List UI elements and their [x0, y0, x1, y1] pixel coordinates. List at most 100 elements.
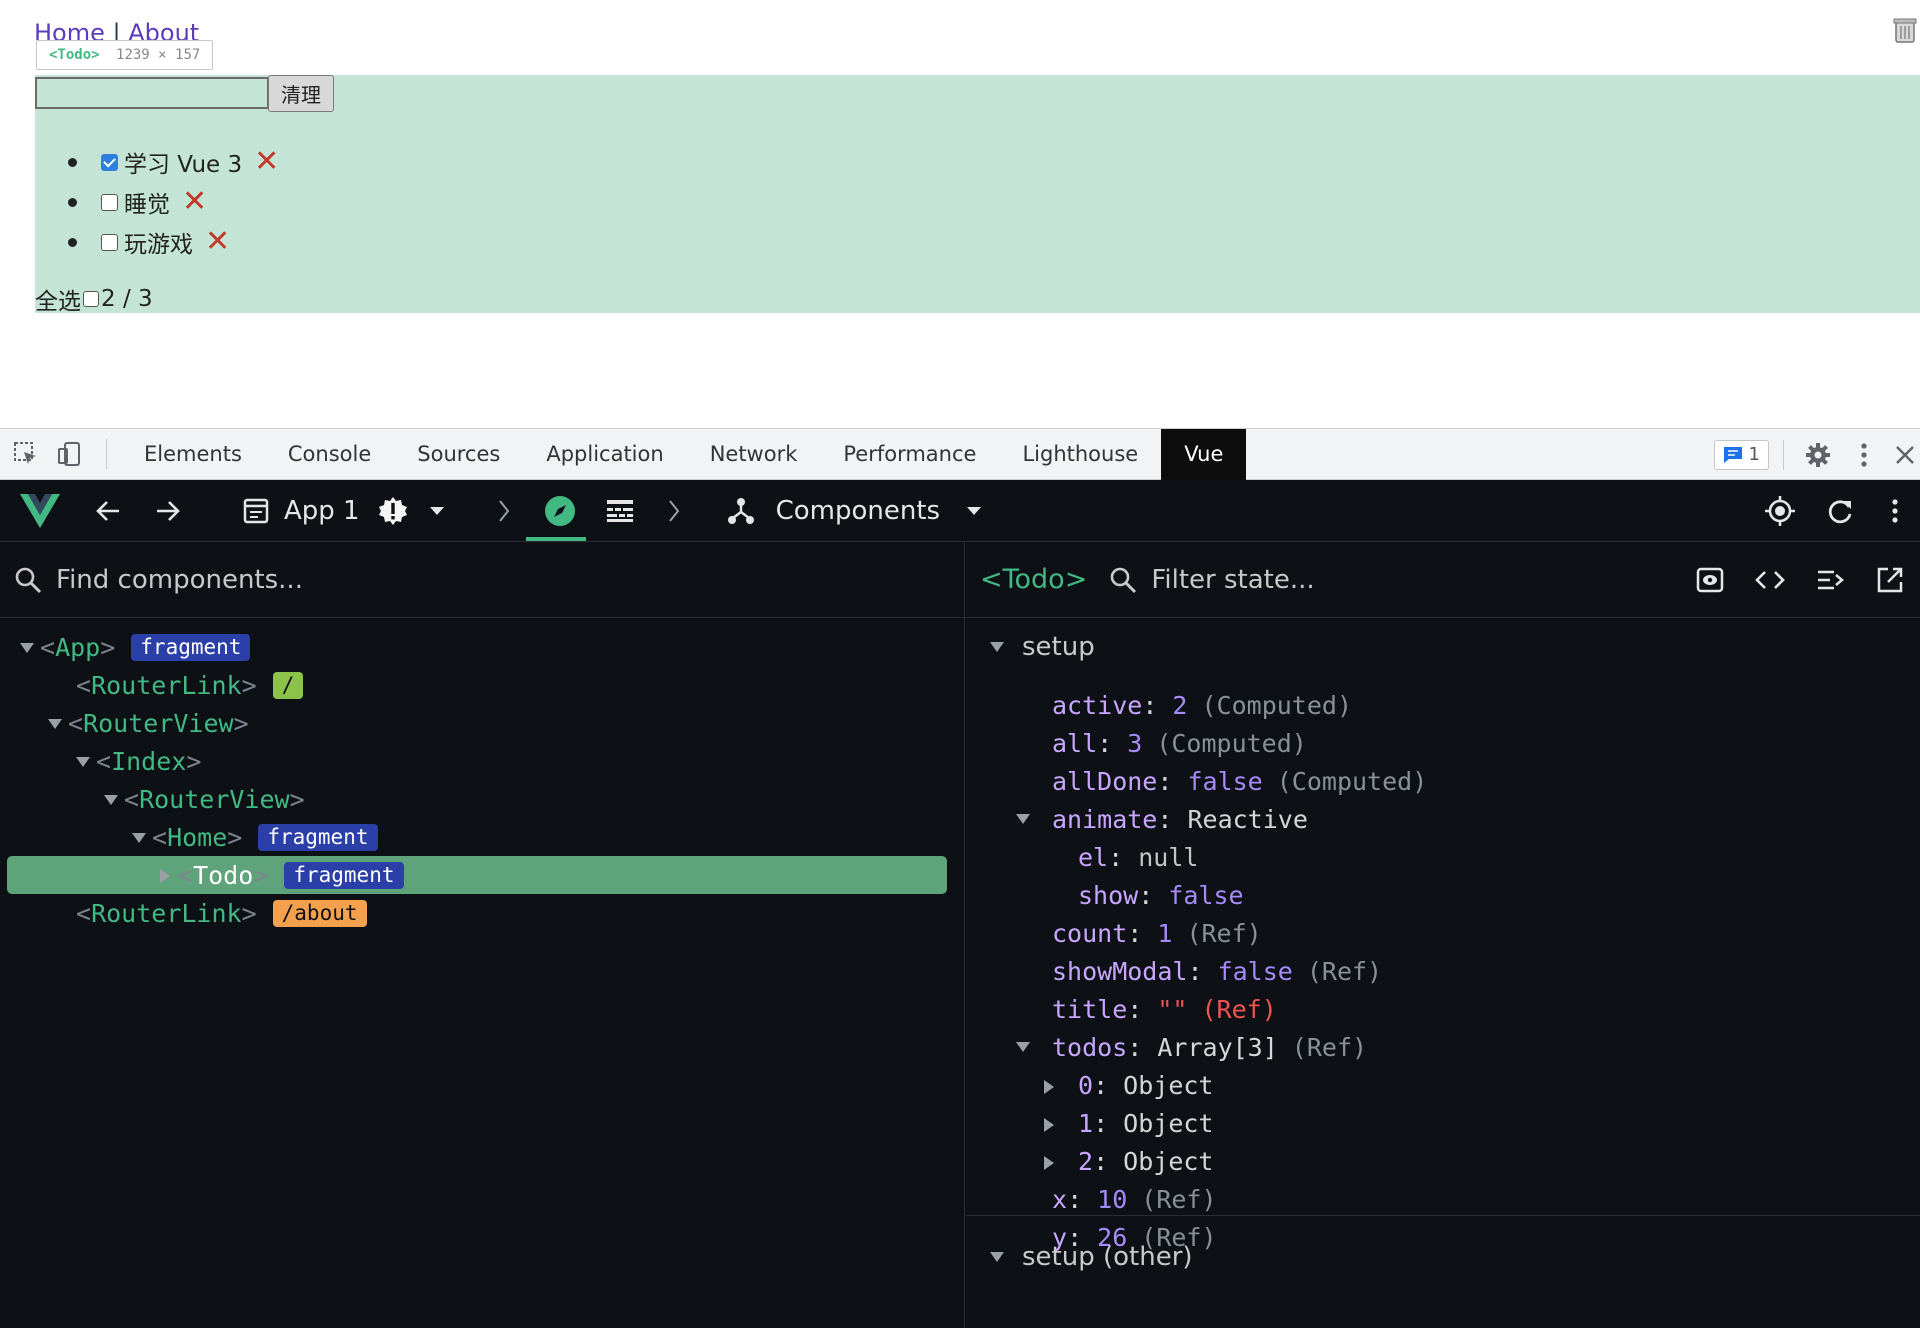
tag-bracket: >: [227, 823, 243, 852]
state-row-count[interactable]: count: 1 (Ref): [1052, 918, 1262, 949]
toolbar-divider: [1783, 439, 1784, 470]
state-row-title[interactable]: title: "" (Ref): [1052, 994, 1277, 1025]
todo-checkbox[interactable]: [101, 153, 118, 171]
app-dropdown-chevron-icon[interactable]: [418, 480, 456, 542]
tree-node-routerview[interactable]: < RouterView >: [104, 784, 305, 815]
state-row-animate[interactable]: animate: Reactive: [1052, 804, 1308, 835]
state-row-el[interactable]: el: null: [1078, 842, 1198, 873]
expand-arrow-icon[interactable]: [1044, 1156, 1054, 1170]
todo-input[interactable]: [35, 77, 269, 109]
app-selector[interactable]: App 1: [284, 480, 360, 542]
colon: :: [1138, 881, 1169, 910]
tree-node-routerview[interactable]: < RouterView >: [48, 708, 249, 739]
state-type: (Computed): [1156, 729, 1307, 758]
close-icon[interactable]: [1890, 435, 1920, 475]
state-row-active[interactable]: active: 2 (Computed): [1052, 690, 1352, 721]
timeline-icon[interactable]: [590, 480, 650, 542]
inspect-element-icon[interactable]: [8, 436, 44, 472]
setup-other-section-header[interactable]: setup (other): [990, 1242, 1193, 1272]
active-tool-indicator: [526, 537, 586, 541]
tree-node-routerlink[interactable]: < RouterLink > /: [76, 670, 304, 701]
component-name: Todo: [193, 861, 254, 890]
tab-vue[interactable]: Vue: [1161, 428, 1247, 480]
expand-arrow-icon[interactable]: [1044, 1118, 1054, 1132]
scroll-to-component-icon[interactable]: [1680, 542, 1740, 618]
trash-icon[interactable]: [1890, 14, 1920, 44]
refresh-icon[interactable]: [1810, 480, 1870, 542]
expand-arrow-icon[interactable]: [48, 718, 62, 729]
state-key: x: [1052, 1185, 1068, 1214]
collapse-list-icon[interactable]: [1800, 542, 1860, 618]
state-value: false: [1187, 767, 1263, 796]
code-icon[interactable]: [1740, 542, 1800, 618]
component-name: RouterView: [139, 785, 290, 814]
state-row-2[interactable]: 2: Object: [1078, 1146, 1213, 1177]
tab-sources[interactable]: Sources: [394, 429, 523, 480]
find-components-input[interactable]: Find components...: [56, 565, 303, 595]
state-row-0[interactable]: 0: Object: [1078, 1070, 1213, 1101]
expand-arrow-icon[interactable]: [104, 794, 118, 805]
toolbar-divider: [106, 439, 107, 469]
more-options-icon[interactable]: [1844, 435, 1884, 475]
inspector-compass-icon[interactable]: [530, 480, 590, 542]
warning-badge-icon[interactable]: [368, 480, 418, 542]
state-value: Reactive: [1187, 805, 1308, 834]
component-size-tooltip: <Todo> 1239 × 157: [36, 40, 214, 70]
messages-badge[interactable]: 1: [1713, 439, 1769, 470]
section-divider: [966, 1215, 1920, 1216]
colon: :: [1127, 1033, 1158, 1062]
state-row-allDone[interactable]: allDone: false (Computed): [1052, 766, 1427, 797]
vue-more-options-icon[interactable]: [1870, 480, 1920, 542]
expand-arrow-icon[interactable]: [1044, 1080, 1054, 1094]
tab-application[interactable]: Application: [523, 429, 686, 480]
clear-button[interactable]: 清理: [268, 75, 334, 112]
filter-state-input[interactable]: Filter state...: [1151, 565, 1314, 595]
tab-lighthouse[interactable]: Lighthouse: [999, 429, 1161, 480]
todo-checkbox[interactable]: [101, 233, 118, 251]
tab-elements[interactable]: Elements: [121, 429, 265, 480]
device-toolbar-icon[interactable]: [52, 436, 88, 472]
state-row-x[interactable]: x: 10 (Ref): [1052, 1184, 1217, 1215]
tree-node-routerlink[interactable]: < RouterLink > /about: [76, 898, 367, 929]
tab-network[interactable]: Network: [687, 429, 821, 480]
component-name: App: [55, 633, 101, 662]
tree-node-app[interactable]: < App > fragment: [20, 632, 251, 663]
select-target-icon[interactable]: [1750, 480, 1810, 542]
expand-arrow-icon[interactable]: [1016, 814, 1030, 824]
components-dropdown-chevron-icon[interactable]: [954, 480, 994, 542]
tab-console[interactable]: Console: [265, 429, 394, 480]
about-link[interactable]: About: [128, 19, 199, 40]
forward-arrow-icon[interactable]: [136, 480, 200, 542]
state-row-todos[interactable]: todos: Array[3] (Ref): [1052, 1032, 1367, 1063]
delete-todo-icon[interactable]: ✕: [254, 147, 279, 177]
expand-arrow-icon[interactable]: [20, 642, 34, 653]
setup-section-header[interactable]: setup: [990, 632, 1095, 662]
state-row-show[interactable]: show: false: [1078, 880, 1244, 911]
todo-checkbox[interactable]: [101, 193, 118, 211]
colon: :: [1142, 691, 1173, 720]
settings-gear-icon[interactable]: [1798, 435, 1838, 475]
expand-arrow-icon[interactable]: [132, 832, 146, 843]
list-bullet: [68, 237, 77, 247]
expand-arrow-icon[interactable]: [76, 756, 90, 767]
home-link[interactable]: Home: [34, 19, 105, 40]
components-selector[interactable]: Components: [776, 480, 941, 542]
tree-node-todo[interactable]: < Todo > fragment: [160, 860, 404, 891]
state-row-1[interactable]: 1: Object: [1078, 1108, 1213, 1139]
state-row-showModal[interactable]: showModal: false (Ref): [1052, 956, 1382, 987]
messages-count: 1: [1748, 444, 1760, 465]
expand-arrow-icon[interactable]: [160, 868, 170, 883]
select-all-checkbox[interactable]: [83, 291, 99, 307]
find-components-row[interactable]: Find components...: [0, 542, 964, 618]
expand-arrow-icon[interactable]: [1016, 1042, 1030, 1052]
colon: :: [1127, 995, 1158, 1024]
todo-item: 玩游戏 ✕: [68, 222, 279, 262]
tree-node-index[interactable]: < Index >: [76, 746, 201, 777]
open-in-editor-icon[interactable]: [1860, 542, 1920, 618]
state-row-all[interactable]: all: 3 (Computed): [1052, 728, 1307, 759]
delete-todo-icon[interactable]: ✕: [205, 227, 230, 257]
back-arrow-icon[interactable]: [80, 480, 136, 542]
tree-node-home[interactable]: < Home > fragment: [132, 822, 378, 853]
tab-performance[interactable]: Performance: [820, 429, 999, 480]
delete-todo-icon[interactable]: ✕: [182, 187, 207, 217]
